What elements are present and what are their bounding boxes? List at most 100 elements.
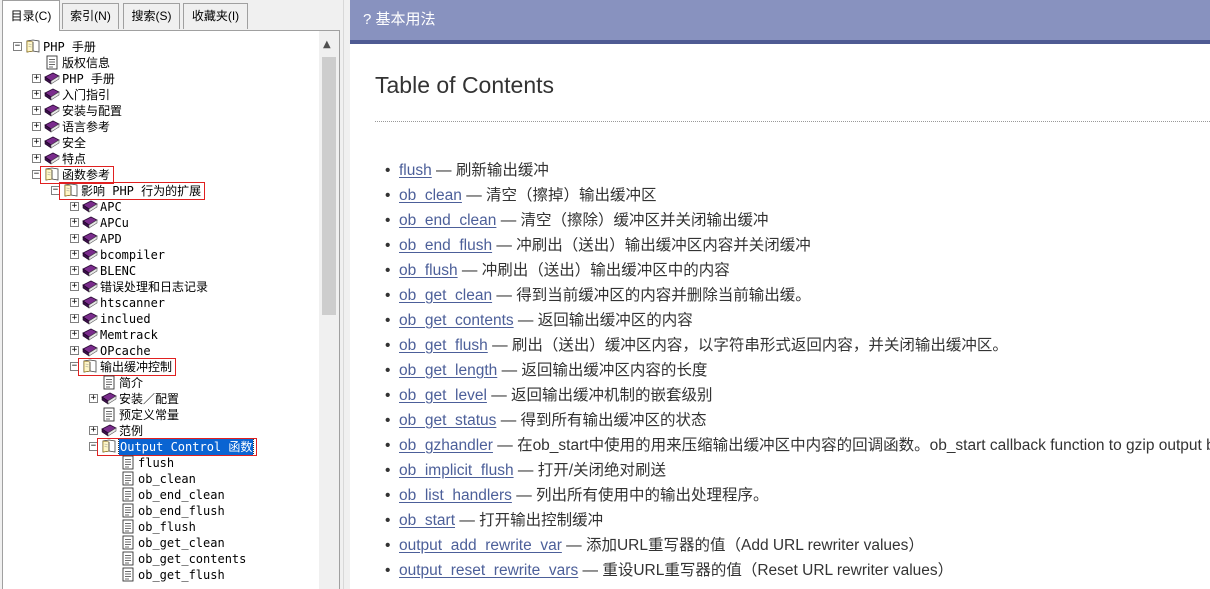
tree-item[interactable]: + bcompiler xyxy=(3,247,319,263)
tree-item[interactable]: + PHP 手册 xyxy=(3,71,319,87)
tree-item-label[interactable]: ob_get_contents xyxy=(138,551,246,567)
function-link[interactable]: ob_implicit_flush xyxy=(399,462,514,479)
function-link[interactable]: ob_get_level xyxy=(399,387,487,404)
expand-icon[interactable]: + xyxy=(89,394,98,403)
tree-item[interactable]: + BLENC xyxy=(3,263,319,279)
expand-icon[interactable]: + xyxy=(70,250,79,259)
tree-item-label[interactable]: ob_flush xyxy=(138,519,196,535)
function-link[interactable]: ob_end_flush xyxy=(399,237,492,254)
tree-item[interactable]: ob_flush xyxy=(3,519,319,535)
tree-item-label[interactable]: ob_get_flush xyxy=(138,567,225,583)
tree-item-label[interactable]: 入门指引 xyxy=(62,87,110,103)
tab-contents[interactable]: 目录(C) xyxy=(2,0,60,31)
tree-item[interactable]: 版权信息 xyxy=(3,55,319,71)
tree-item-label[interactable]: inclued xyxy=(100,311,151,327)
collapse-icon[interactable]: − xyxy=(13,42,22,51)
expand-icon[interactable]: + xyxy=(70,346,79,355)
function-link[interactable]: ob_list_handlers xyxy=(399,487,512,504)
function-link[interactable]: output_reset_rewrite_vars xyxy=(399,562,578,579)
tree-item[interactable]: + APC xyxy=(3,199,319,215)
expand-icon[interactable]: + xyxy=(32,138,41,147)
expand-icon[interactable]: + xyxy=(70,282,79,291)
tab-search[interactable]: 搜索(S) xyxy=(123,3,180,29)
expand-icon[interactable]: + xyxy=(70,266,79,275)
tree-item[interactable]: + Memtrack xyxy=(3,327,319,343)
tree-item[interactable]: ob_clean xyxy=(3,471,319,487)
tree-item[interactable]: − PHP 手册 xyxy=(3,39,319,55)
tree-item-label[interactable]: 版权信息 xyxy=(62,55,110,71)
tree-item-label[interactable]: htscanner xyxy=(100,295,165,311)
tree-item[interactable]: + 语言参考 xyxy=(3,119,319,135)
tree-item-label[interactable]: Memtrack xyxy=(100,327,158,343)
function-link[interactable]: ob_end_clean xyxy=(399,212,496,229)
tree-item[interactable]: ob_get_flush xyxy=(3,567,319,583)
expand-icon[interactable]: + xyxy=(89,426,98,435)
function-link[interactable]: output_add_rewrite_var xyxy=(399,537,562,554)
tree-item[interactable]: + 安装与配置 xyxy=(3,103,319,119)
tree-item-label[interactable]: OPcache xyxy=(100,343,151,359)
tree-item[interactable]: flush xyxy=(3,455,319,471)
tree-item-label[interactable]: PHP 手册 xyxy=(43,39,96,55)
tree-item[interactable]: 预定义常量 xyxy=(3,407,319,423)
tree-item-label[interactable]: BLENC xyxy=(100,263,136,279)
tree-item[interactable]: ob_end_flush xyxy=(3,503,319,519)
tree-item[interactable]: + inclued xyxy=(3,311,319,327)
tree-item-label[interactable]: flush xyxy=(138,455,174,471)
tree-item[interactable]: + 安装／配置 xyxy=(3,391,319,407)
tree-item-label[interactable]: ob_end_clean xyxy=(138,487,225,503)
tree-scrollbar[interactable]: ▲ xyxy=(319,31,339,589)
tree-item-label[interactable]: 错误处理和日志记录 xyxy=(100,279,208,295)
tree-item-label[interactable]: 语言参考 xyxy=(62,119,110,135)
tree-item[interactable]: ob_get_clean xyxy=(3,535,319,551)
tree-item-label[interactable]: PHP 手册 xyxy=(62,71,115,87)
tree-item-label[interactable]: 安装与配置 xyxy=(62,103,122,119)
function-link[interactable]: ob_flush xyxy=(399,262,458,279)
tree-item[interactable]: + 范例 xyxy=(3,423,319,439)
function-link[interactable]: ob_clean xyxy=(399,187,462,204)
tree-item-label[interactable]: APC xyxy=(100,199,122,215)
tree-item-label[interactable]: APCu xyxy=(100,215,129,231)
tree-item-label[interactable]: 安装／配置 xyxy=(119,391,179,407)
expand-icon[interactable]: + xyxy=(32,122,41,131)
tree-item[interactable]: + OPcache xyxy=(3,343,319,359)
function-link[interactable]: ob_get_clean xyxy=(399,287,492,304)
expand-icon[interactable]: + xyxy=(70,218,79,227)
tree-item-label[interactable]: APD xyxy=(100,231,122,247)
tree-item-label[interactable]: 特点 xyxy=(62,151,86,167)
tab-favorites[interactable]: 收藏夹(I) xyxy=(183,3,248,29)
tree-item-label[interactable]: ob_clean xyxy=(138,471,196,487)
function-link[interactable]: ob_gzhandler xyxy=(399,437,493,454)
tree-item[interactable]: + htscanner xyxy=(3,295,319,311)
function-link[interactable]: ob_get_status xyxy=(399,412,496,429)
expand-icon[interactable]: + xyxy=(32,154,41,163)
pane-splitter[interactable] xyxy=(343,0,350,589)
tree-item-label[interactable]: 范例 xyxy=(119,423,143,439)
expand-icon[interactable]: + xyxy=(70,234,79,243)
tree-item[interactable]: ob_end_clean xyxy=(3,487,319,503)
expand-icon[interactable]: + xyxy=(70,298,79,307)
scrollbar-thumb[interactable] xyxy=(322,57,336,315)
expand-icon[interactable]: + xyxy=(32,90,41,99)
function-link[interactable]: ob_get_flush xyxy=(399,337,488,354)
expand-icon[interactable]: + xyxy=(32,106,41,115)
expand-icon[interactable]: + xyxy=(32,74,41,83)
function-link[interactable]: ob_start xyxy=(399,512,455,529)
tree-item[interactable]: 简介 xyxy=(3,375,319,391)
tree-item-label[interactable]: ob_end_flush xyxy=(138,503,225,519)
tree-item-label[interactable]: 安全 xyxy=(62,135,86,151)
function-link[interactable]: ob_get_length xyxy=(399,362,497,379)
tree-item[interactable]: + 入门指引 xyxy=(3,87,319,103)
tab-index[interactable]: 索引(N) xyxy=(62,3,119,29)
tree-item[interactable]: ob_get_contents xyxy=(3,551,319,567)
function-link[interactable]: flush xyxy=(399,162,432,179)
tree-item[interactable]: + APD xyxy=(3,231,319,247)
tree-item[interactable]: + 错误处理和日志记录 xyxy=(3,279,319,295)
tree-item[interactable]: + APCu xyxy=(3,215,319,231)
tree-item[interactable]: + 安全 xyxy=(3,135,319,151)
tree-item-label[interactable]: ob_get_clean xyxy=(138,535,225,551)
function-link[interactable]: ob_get_contents xyxy=(399,312,514,329)
tree-item-label[interactable]: bcompiler xyxy=(100,247,165,263)
tree-item-label[interactable]: 预定义常量 xyxy=(119,407,179,423)
tree-item-label[interactable]: 简介 xyxy=(119,375,143,391)
scroll-up-icon[interactable]: ▲ xyxy=(323,39,331,50)
